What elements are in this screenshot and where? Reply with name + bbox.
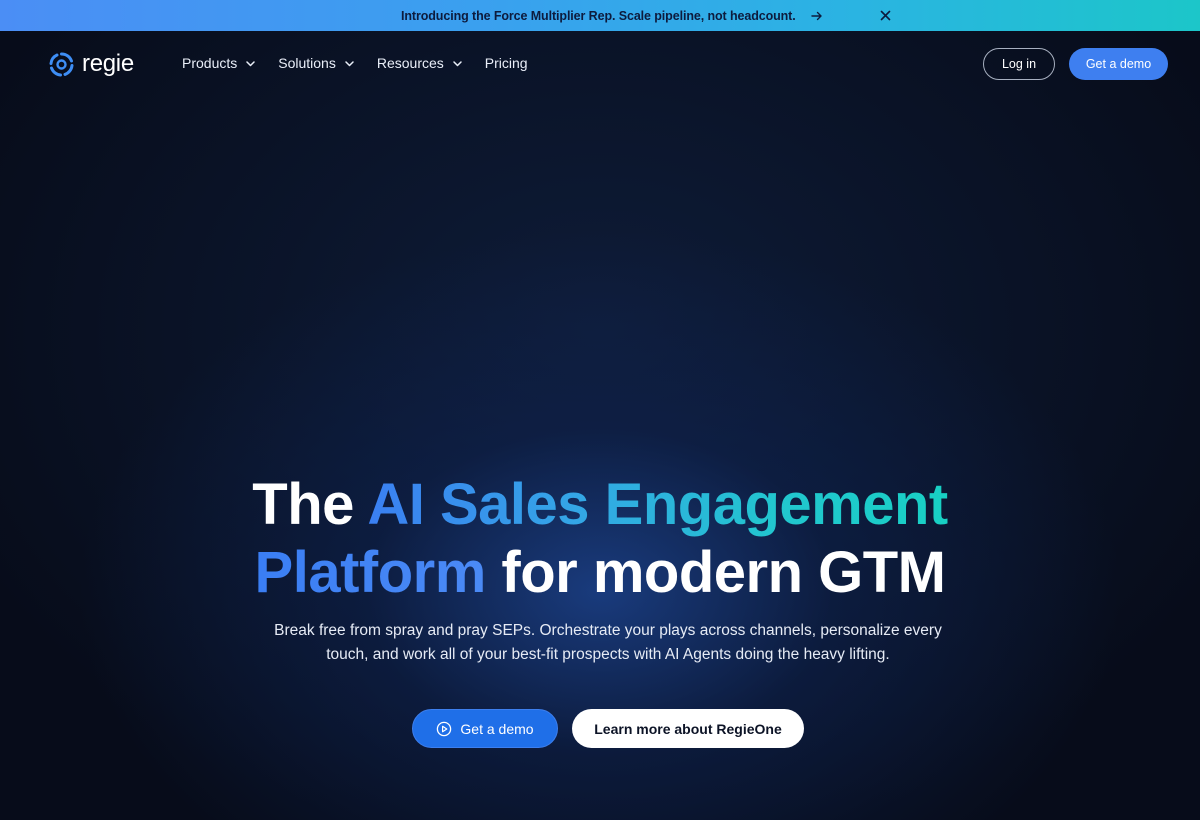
chevron-down-icon bbox=[452, 58, 463, 69]
logo-icon bbox=[48, 51, 75, 78]
menu-item-label: Solutions bbox=[278, 55, 336, 71]
arrow-right-icon[interactable] bbox=[810, 9, 824, 23]
menu-item-solutions[interactable]: Solutions bbox=[278, 55, 355, 71]
get-demo-nav-button[interactable]: Get a demo bbox=[1069, 48, 1168, 80]
logo-text: regie bbox=[82, 50, 134, 77]
top-nav: regie Products Solutions Resources Prici… bbox=[0, 31, 1200, 97]
menu-item-pricing[interactable]: Pricing bbox=[485, 55, 528, 71]
play-circle-icon bbox=[436, 721, 452, 737]
chevron-down-icon bbox=[344, 58, 355, 69]
announcement-text[interactable]: Introducing the Force Multiplier Rep. Sc… bbox=[401, 9, 796, 23]
hero-title: The AI Sales Engagement Platform for mod… bbox=[0, 471, 1200, 607]
hero-title-line-2: Platform for modern GTM bbox=[0, 539, 1200, 607]
menu-item-products[interactable]: Products bbox=[182, 55, 256, 71]
logo[interactable]: regie bbox=[48, 50, 134, 78]
close-icon[interactable] bbox=[878, 8, 893, 23]
get-demo-button[interactable]: Get a demo bbox=[412, 709, 558, 748]
main-menu: Products Solutions Resources Pricing bbox=[182, 55, 550, 71]
announcement-bar: Introducing the Force Multiplier Rep. Sc… bbox=[0, 0, 1200, 31]
hero-title-highlight-1: AI Sales Engagement bbox=[367, 472, 948, 537]
menu-item-label: Pricing bbox=[484, 55, 528, 71]
hero-title-highlight-2: Platform bbox=[254, 540, 487, 605]
hero-title-part-2: for modern GTM bbox=[485, 540, 946, 605]
chevron-down-icon bbox=[245, 58, 256, 69]
hero-page: regie Products Solutions Resources Prici… bbox=[0, 31, 1200, 820]
learn-more-button[interactable]: Learn more about RegieOne bbox=[572, 709, 804, 748]
hero-title-line-1: The AI Sales Engagement bbox=[0, 471, 1200, 539]
menu-item-label: Resources bbox=[376, 55, 444, 71]
get-demo-label: Get a demo bbox=[460, 720, 534, 737]
announcement-content[interactable]: Introducing the Force Multiplier Rep. Sc… bbox=[401, 0, 824, 31]
hero-title-part-1: The bbox=[252, 472, 368, 537]
login-button[interactable]: Log in bbox=[983, 48, 1055, 80]
hero-subtitle: Break free from spray and pray SEPs. Orc… bbox=[274, 622, 942, 663]
menu-item-label: Products bbox=[182, 55, 238, 71]
menu-item-resources[interactable]: Resources bbox=[377, 55, 463, 71]
